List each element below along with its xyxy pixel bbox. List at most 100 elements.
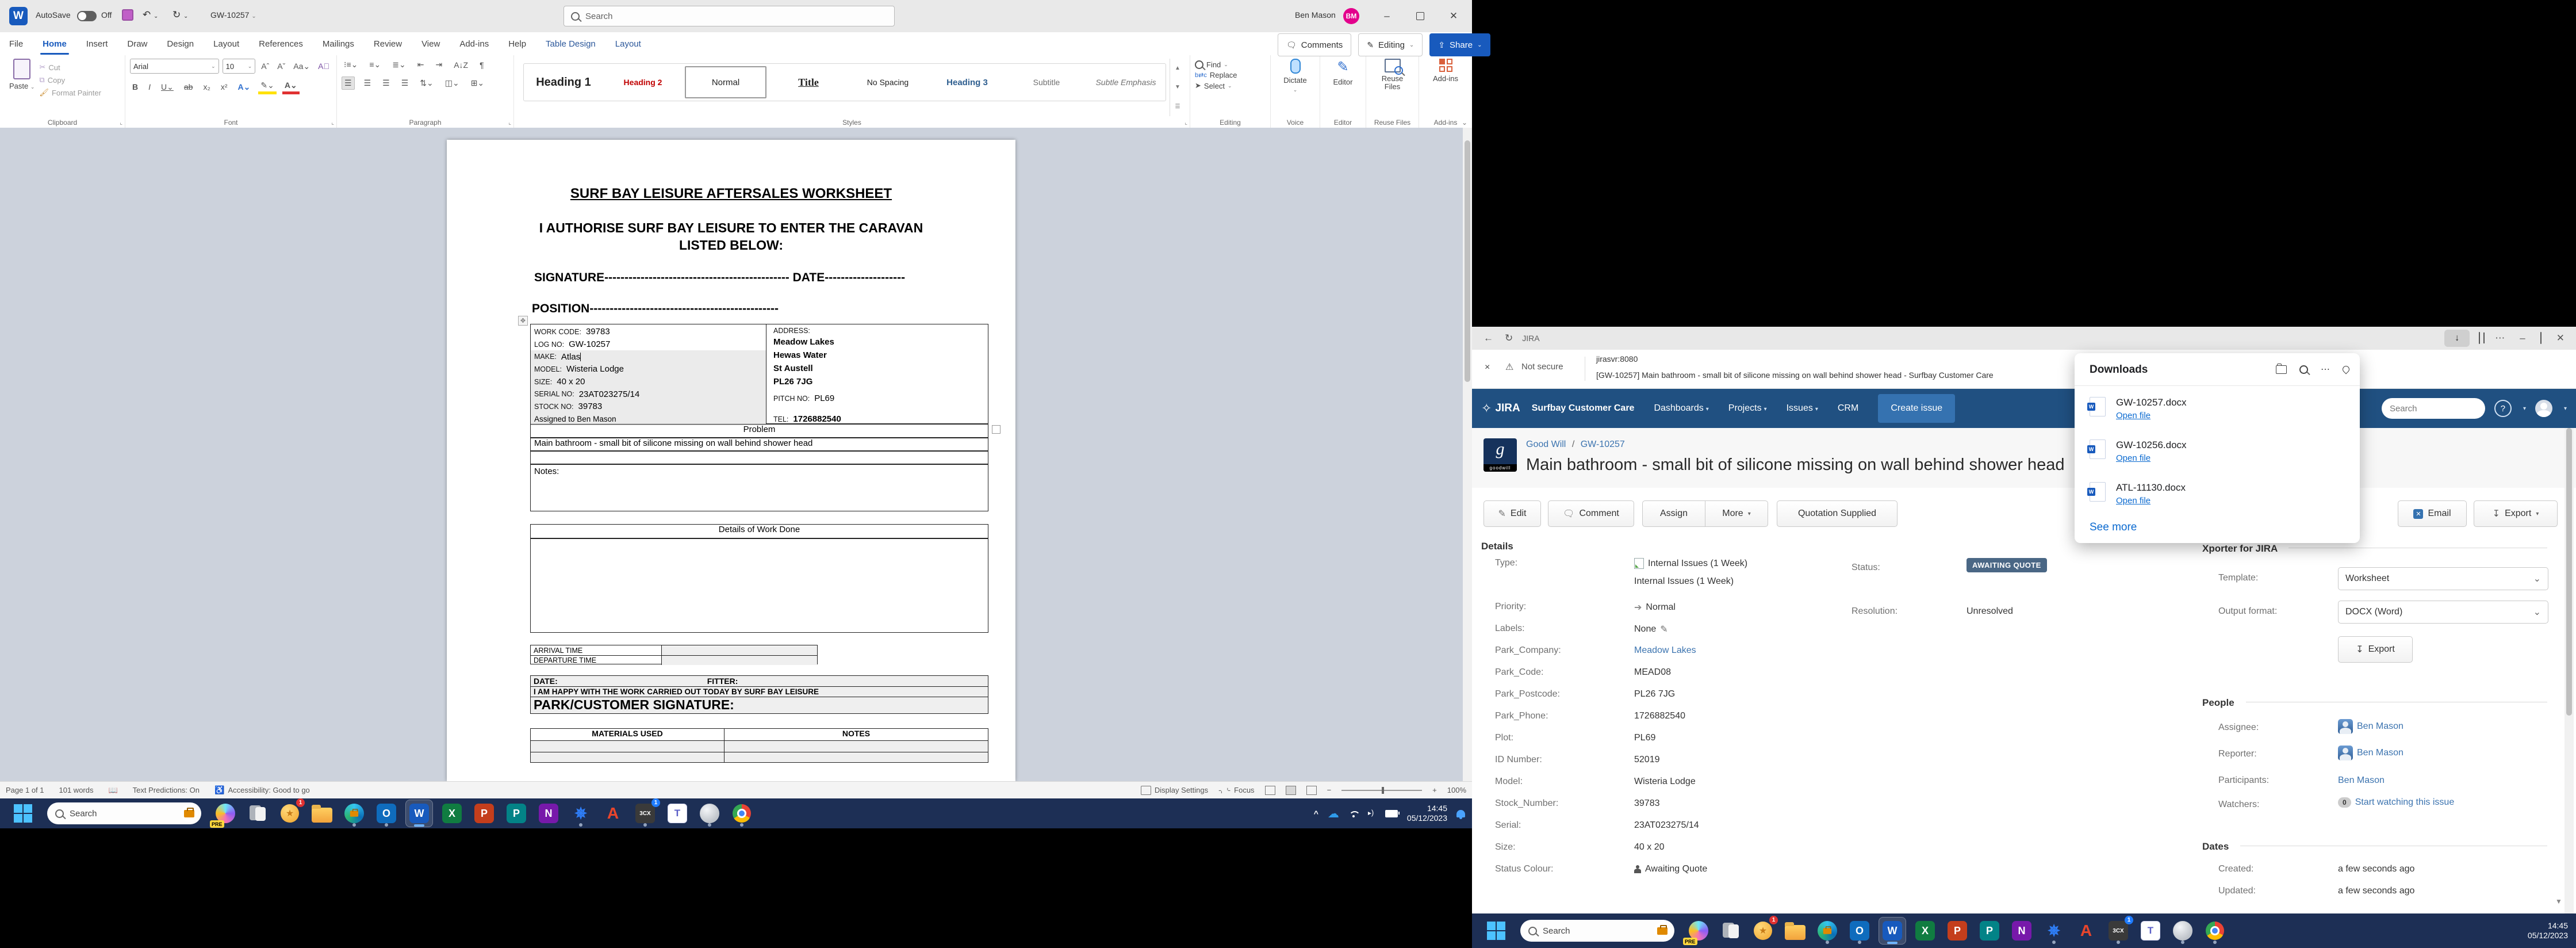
create-issue-button[interactable]: Create issue — [1878, 394, 1955, 423]
breadcrumb-project[interactable]: Good Will — [1526, 439, 1566, 449]
tab-draw[interactable]: Draw — [127, 39, 147, 49]
nav-projects[interactable]: Projects▾ — [1728, 403, 1767, 414]
display-settings[interactable]: Display Settings — [1141, 786, 1208, 795]
powerpoint-icon[interactable]: P — [471, 800, 497, 827]
not-secure-label[interactable]: Not secure — [1521, 362, 1563, 372]
open-file-link[interactable]: Open file — [2116, 496, 2186, 506]
browser-back-icon[interactable]: ← — [1483, 332, 1493, 344]
tab-add-ins[interactable]: Add-ins — [459, 39, 489, 49]
participants-value[interactable]: Ben Mason — [2338, 775, 2385, 786]
autosave-toggle[interactable] — [77, 11, 97, 21]
tab-layout[interactable]: Layout — [213, 39, 239, 49]
comments-button[interactable]: 🗨Comments — [1278, 33, 1351, 56]
collapse-ribbon-icon[interactable]: ⌄ — [1462, 118, 1467, 127]
user-avatar-icon[interactable] — [2535, 400, 2552, 417]
site-url[interactable]: jirasvr:8080 — [1596, 354, 1638, 364]
reporter-value[interactable]: Ben Mason — [2338, 746, 2404, 760]
format-painter-button[interactable]: 🖌Format Painter — [39, 88, 101, 97]
proofing-icon[interactable]: 📖 — [108, 786, 117, 795]
copy-button[interactable]: ⧉Copy — [39, 75, 101, 85]
line-spacing-icon[interactable]: ⇅⌄ — [417, 77, 435, 89]
word-scrollbar[interactable] — [1463, 128, 1472, 781]
excel-icon[interactable]: X — [439, 800, 465, 827]
page-indicator[interactable]: Page 1 of 1 — [6, 786, 44, 794]
chrome-icon[interactable] — [729, 800, 755, 827]
onedrive-icon[interactable]: ☁ — [1328, 806, 1339, 821]
export-menu-button[interactable]: ↧Export▾ — [2474, 500, 2558, 527]
zoom-out-icon[interactable]: − — [1327, 786, 1332, 794]
copilot-icon[interactable]: PRE — [1685, 918, 1712, 944]
align-right-icon[interactable]: ☰ — [380, 77, 392, 89]
jira-icon[interactable]: ✵ — [568, 800, 594, 827]
tab-design[interactable]: Design — [167, 39, 194, 49]
widgets-icon[interactable] — [1718, 918, 1744, 944]
onenote-icon[interactable]: N — [2008, 918, 2035, 944]
change-case-icon[interactable]: Aa⌄ — [291, 60, 312, 72]
browser-minimize-icon[interactable]: – — [2520, 332, 2525, 344]
save-icon[interactable] — [122, 9, 133, 21]
restore-button[interactable] — [1408, 5, 1433, 28]
cut-button[interactable]: ✂Cut — [39, 63, 101, 72]
addins-button[interactable]: Add-ins — [1424, 59, 1467, 83]
nav-issues[interactable]: Issues▾ — [1787, 403, 1818, 414]
threecx-icon[interactable]: 3CX1 — [632, 800, 658, 827]
publisher-icon[interactable]: P — [503, 800, 530, 827]
downloads-button[interactable]: ↓ — [2444, 330, 2470, 347]
materials-table[interactable]: MATERIALS USED NOTES — [530, 728, 988, 763]
clock[interactable]: 14:4505/12/2023 — [1407, 804, 1447, 824]
download-item[interactable]: ATL-11130.docxOpen file — [2090, 482, 2186, 506]
edge-work-icon[interactable] — [341, 800, 367, 827]
onenote-icon[interactable]: N — [535, 800, 562, 827]
tab-mailings[interactable]: Mailings — [323, 39, 354, 49]
subscript-icon[interactable]: x₂ — [201, 81, 212, 93]
account-avatar[interactable]: BM — [1343, 8, 1359, 24]
style-h2[interactable]: Heading 2 — [603, 64, 683, 101]
jira-search-box[interactable]: Search — [2382, 398, 2485, 419]
breadcrumb-key[interactable]: GW-10257 — [1581, 439, 1625, 449]
file-explorer-icon[interactable] — [1782, 918, 1808, 944]
comment-button[interactable]: 🗨Comment — [1548, 500, 1634, 527]
shrink-font-icon[interactable]: Aˇ — [275, 60, 288, 72]
see-more-link[interactable]: See more — [2090, 521, 2137, 534]
teams-icon[interactable]: T — [664, 800, 691, 827]
document-page[interactable]: SURF BAY LEISURE AFTERSALES WORKSHEET I … — [447, 140, 1015, 781]
search-downloads-icon[interactable] — [2299, 365, 2308, 374]
underline-icon[interactable]: U⌄ — [159, 81, 176, 93]
font-color-icon[interactable]: A⌄ — [282, 79, 300, 94]
undo-icon[interactable]: ↶ ⌄ — [143, 9, 158, 21]
font-name-combo[interactable]: Arial⌄ — [130, 59, 219, 74]
tray-chevron-icon[interactable]: ^ — [1314, 809, 1318, 818]
font-dialog-launcher[interactable]: ⌞ — [331, 120, 334, 126]
download-item[interactable]: GW-10256.docxOpen file — [2090, 439, 2187, 463]
minimize-button[interactable]: – — [1374, 5, 1400, 28]
taskbar-search[interactable]: Search — [47, 802, 201, 824]
close-info-icon[interactable]: × — [1485, 362, 1490, 373]
edge-work-icon[interactable] — [1814, 918, 1841, 944]
tab-layout[interactable]: Layout — [615, 39, 641, 49]
accessibility-status[interactable]: ♿Accessibility: Good to go — [214, 785, 310, 795]
zoom-in-icon[interactable]: + — [1432, 786, 1437, 794]
highlight-icon[interactable]: ✎⌄ — [258, 79, 276, 94]
style-title[interactable]: Title — [769, 64, 848, 101]
nav-crm[interactable]: CRM — [1838, 403, 1858, 414]
read-mode-icon[interactable] — [1265, 786, 1275, 795]
bold-icon[interactable]: B — [130, 81, 140, 93]
help-icon[interactable]: ? — [2494, 400, 2512, 417]
style-h3[interactable]: Heading 3 — [927, 64, 1007, 101]
threecx-icon[interactable]: 3CX1 — [2105, 918, 2132, 944]
text-effects-icon[interactable]: A⌄ — [236, 81, 253, 93]
teams-icon[interactable]: T — [2137, 918, 2164, 944]
field-value[interactable]: Meadow Lakes — [1634, 645, 1696, 656]
notes-box[interactable]: Notes: — [530, 464, 988, 511]
file-explorer-icon[interactable] — [309, 800, 335, 827]
paragraph-dialog-launcher[interactable]: ⌞ — [508, 120, 511, 126]
a-app-icon[interactable]: A — [600, 800, 626, 827]
jira-scrollbar[interactable] — [2564, 428, 2574, 913]
font-size-combo[interactable]: 10⌄ — [223, 59, 256, 74]
replace-button[interactable]: b⇄cReplace — [1195, 71, 1266, 79]
start-watching-link[interactable]: Start watching this issue — [2355, 797, 2455, 808]
numbering-icon[interactable]: ≡⌄ — [367, 59, 383, 71]
multilevel-icon[interactable]: ≣⌄ — [390, 59, 408, 71]
align-left-icon[interactable]: ☰ — [342, 77, 355, 90]
circle-app-icon[interactable] — [2169, 918, 2196, 944]
